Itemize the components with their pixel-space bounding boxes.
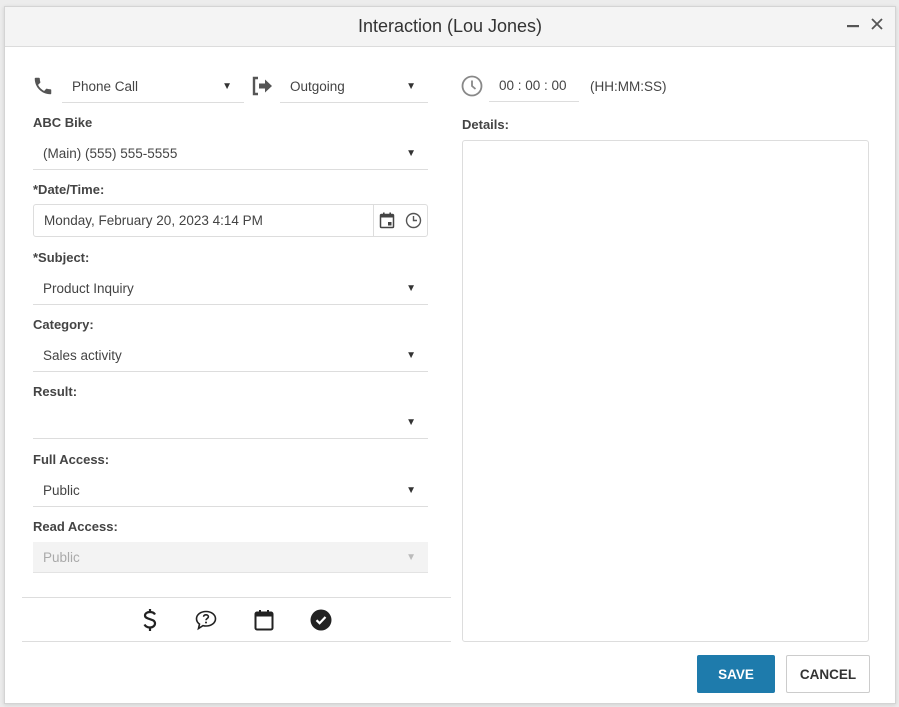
category-select[interactable]: Sales activity ▼ <box>33 339 428 372</box>
action-toolbar <box>22 597 451 642</box>
calendar-icon <box>254 609 273 630</box>
chevron-down-icon: ▼ <box>406 416 416 428</box>
subject-value: Product Inquiry <box>43 280 134 296</box>
read-access-label: Read Access: <box>33 519 118 534</box>
calendar-picker-button[interactable] <box>379 212 395 229</box>
direction-select[interactable]: Outgoing ▼ <box>280 70 428 103</box>
read-access-value: Public <box>43 549 80 565</box>
full-access-label: Full Access: <box>33 452 110 467</box>
contact-phone-value: (Main) (555) 555-5555 <box>43 145 178 161</box>
add-opportunity-button[interactable] <box>142 608 158 632</box>
category-label: Category: <box>33 317 94 332</box>
result-select[interactable]: ▼ <box>33 406 428 439</box>
direction-value: Outgoing <box>290 78 345 94</box>
add-question-button[interactable] <box>194 609 218 631</box>
contact-phone-select[interactable]: (Main) (555) 555-5555 ▼ <box>33 137 428 170</box>
interaction-type-select[interactable]: Phone Call ▼ <box>62 70 244 103</box>
full-access-value: Public <box>43 482 80 498</box>
close-icon <box>871 18 883 30</box>
details-label: Details: <box>462 117 509 132</box>
chevron-down-icon: ▼ <box>222 80 232 92</box>
subject-select[interactable]: Product Inquiry ▼ <box>33 272 428 305</box>
interaction-type-value: Phone Call <box>72 78 139 94</box>
question-bubble-icon <box>195 610 216 630</box>
interaction-dialog: Interaction (Lou Jones) Phone Call ▼ Out… <box>4 6 896 704</box>
complete-button[interactable] <box>310 609 332 631</box>
datetime-field[interactable]: Monday, February 20, 2023 4:14 PM <box>33 204 428 237</box>
contact-name-label: ABC Bike <box>33 115 93 130</box>
cancel-button[interactable]: CANCEL <box>786 655 870 693</box>
phone-icon <box>32 75 54 97</box>
details-textarea[interactable] <box>462 140 869 642</box>
chevron-down-icon: ▼ <box>406 80 416 92</box>
category-value: Sales activity <box>43 347 122 363</box>
datetime-value[interactable]: Monday, February 20, 2023 4:14 PM <box>34 213 373 228</box>
schedule-activity-button[interactable] <box>254 609 274 631</box>
chevron-down-icon: ▼ <box>406 349 416 361</box>
duration-format-hint: (HH:MM:SS) <box>590 79 667 94</box>
close-button[interactable] <box>867 15 887 36</box>
dollar-icon <box>143 608 156 631</box>
minimize-button[interactable] <box>843 13 863 34</box>
clock-icon <box>405 212 422 229</box>
sign-out-arrow-icon <box>251 75 275 97</box>
dialog-title: Interaction (Lou Jones) <box>357 16 543 36</box>
result-label: Result: <box>33 384 78 399</box>
title-bar: Interaction (Lou Jones) <box>5 7 895 47</box>
timer-clock-icon[interactable] <box>461 75 483 97</box>
full-access-select[interactable]: Public ▼ <box>33 474 428 507</box>
read-access-select: Public ▼ <box>33 542 428 573</box>
save-button[interactable]: SAVE <box>697 655 775 693</box>
check-circle-icon <box>310 609 331 630</box>
duration-input[interactable]: 00 : 00 : 00 <box>489 70 579 102</box>
datetime-label: *Date/Time: <box>33 182 105 197</box>
calendar-icon <box>379 212 395 229</box>
chevron-down-icon: ▼ <box>406 551 416 563</box>
chevron-down-icon: ▼ <box>406 484 416 496</box>
minimize-icon <box>847 25 859 28</box>
chevron-down-icon: ▼ <box>406 282 416 294</box>
duration-value[interactable]: 00 : 00 : 00 <box>499 78 567 93</box>
time-picker-button[interactable] <box>405 212 422 229</box>
chevron-down-icon: ▼ <box>406 147 416 159</box>
subject-label: *Subject: <box>33 250 90 265</box>
